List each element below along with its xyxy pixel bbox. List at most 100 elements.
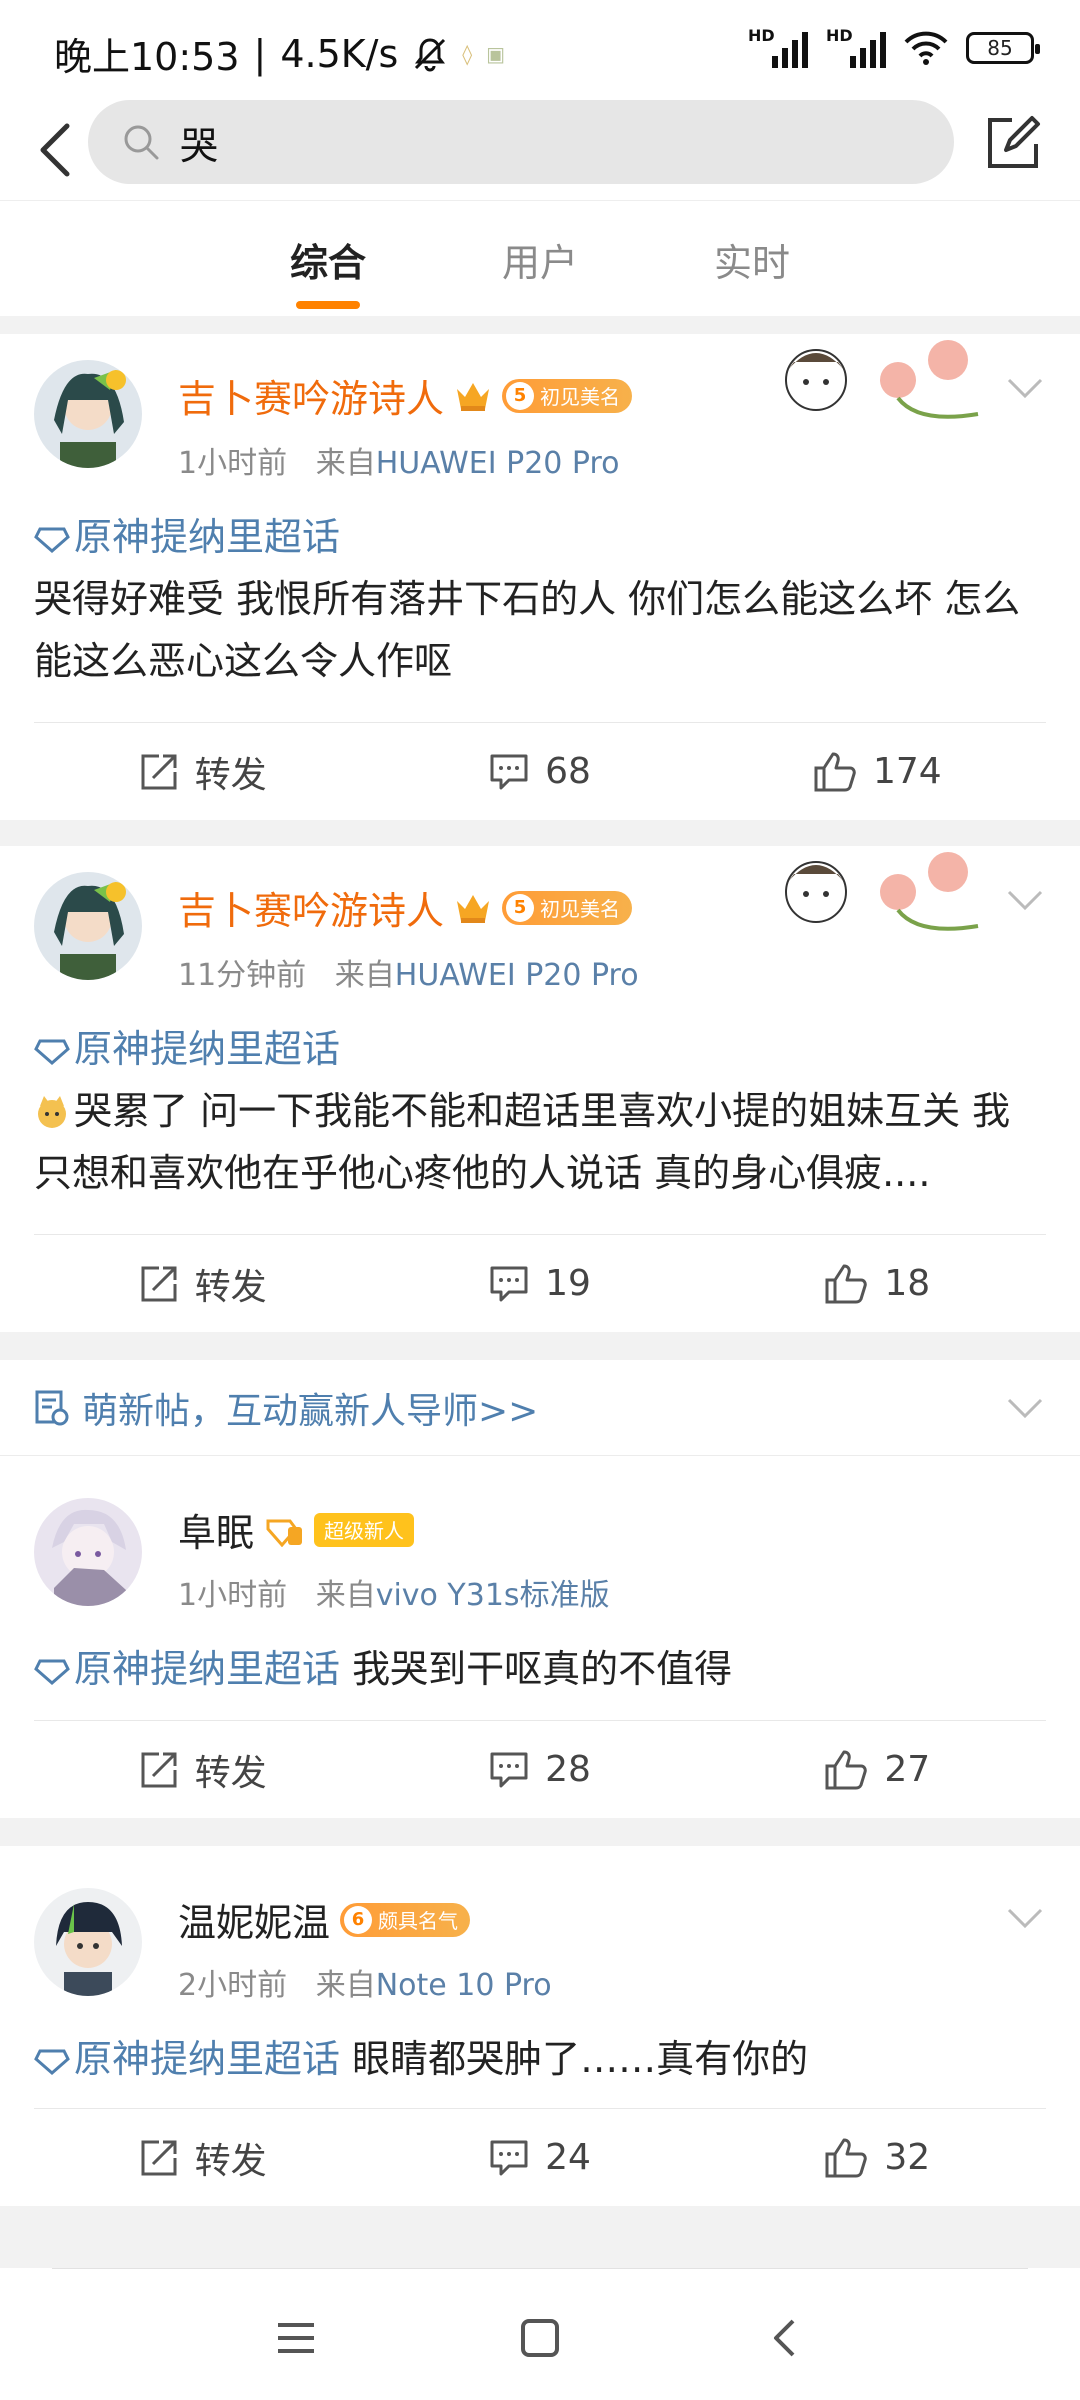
topic-link[interactable]: 原神提纳里超话 bbox=[34, 1647, 340, 1691]
promo-text: 萌新帖，互动赢新人导师>> bbox=[82, 1391, 539, 1432]
share-icon bbox=[141, 1266, 177, 1301]
comment-button[interactable]: 24 bbox=[371, 2109, 708, 2206]
avatar[interactable] bbox=[34, 360, 142, 468]
post-actions: 转发 28 27 bbox=[34, 1720, 1046, 1818]
post-text: 哭得好难受 我恨所有落井下石的人 你们怎么能这么坏 怎么能这么恶心这么令人作呕 bbox=[34, 577, 1021, 683]
post-meta: 11分钟前 来自HUAWEI P20 Pro bbox=[178, 958, 639, 993]
topic-link[interactable]: 原神提纳里超话 bbox=[34, 2037, 340, 2081]
home-square-icon bbox=[521, 2319, 559, 2357]
wifi-icon bbox=[904, 31, 948, 65]
signal-icon: HD bbox=[748, 26, 808, 68]
member-badge-icon bbox=[266, 1519, 303, 1547]
thumbs-up-icon bbox=[825, 1264, 868, 1303]
username-row: 阜眠 超级新人 bbox=[178, 1502, 415, 1557]
like-button[interactable]: 18 bbox=[709, 1235, 1046, 1332]
comment-button[interactable]: 19 bbox=[371, 1235, 708, 1332]
chevron-down-icon bbox=[1007, 890, 1043, 911]
fan-level-badge: 5 初见美名 bbox=[502, 890, 633, 925]
comment-icon bbox=[490, 754, 528, 789]
post-content[interactable]: 原神提纳里超话 哭得好难受 我恨所有落井下石的人 你们怎么能这么坏 怎么能这么恶… bbox=[34, 506, 1046, 692]
post-card[interactable]: 阜眠 超级新人 1小时前 来自vivo Y31s标准版 原神提纳里超话 我哭到干… bbox=[0, 1456, 1080, 1818]
status-divider: | bbox=[253, 31, 267, 76]
post-options-button[interactable] bbox=[1000, 1898, 1050, 1938]
vip-crown-icon bbox=[457, 382, 490, 411]
post-actions: 转发 68 174 bbox=[34, 722, 1046, 820]
post-content[interactable]: 原神提纳里超话 哭累了 问一下我能不能和超话里喜欢小提的姐妹互关 我只想和喜欢他… bbox=[34, 1018, 1046, 1204]
chevron-down-icon bbox=[1007, 1398, 1043, 1419]
post-card[interactable]: 温妮妮温 6 颇具名气 2小时前 来自Note 10 Pro 原神提纳里超话 眼睛… bbox=[0, 1846, 1080, 2206]
edit-icon bbox=[988, 116, 1040, 168]
super-topic-icon bbox=[34, 1039, 70, 1065]
signal-icon-2: HD bbox=[826, 26, 886, 68]
compose-button[interactable] bbox=[974, 106, 1050, 182]
post-actions: 转发 24 32 bbox=[34, 2108, 1046, 2206]
status-time: 晚上10:53 bbox=[54, 35, 240, 79]
avatar[interactable] bbox=[34, 872, 142, 980]
search-input[interactable]: 哭 bbox=[88, 100, 954, 184]
avatar[interactable] bbox=[34, 1888, 142, 1996]
topic-link[interactable]: 原神提纳里超话 bbox=[34, 506, 1046, 568]
mute-bell-icon bbox=[415, 37, 446, 71]
username[interactable]: 温妮妮温 bbox=[178, 1892, 330, 1947]
search-header: 哭 bbox=[0, 100, 1080, 200]
post-meta: 2小时前 来自Note 10 Pro bbox=[178, 1968, 552, 2003]
network-speed: 4.5K/s bbox=[280, 31, 399, 76]
post-meta: 1小时前 来自HUAWEI P20 Pro bbox=[178, 446, 620, 481]
back-button[interactable] bbox=[20, 112, 90, 188]
like-button[interactable]: 27 bbox=[709, 1721, 1046, 1818]
comment-button[interactable]: 28 bbox=[371, 1721, 708, 1818]
tab-users[interactable]: 用户 bbox=[434, 201, 646, 317]
super-topic-icon bbox=[34, 527, 70, 553]
notif-small-icon: ◊ bbox=[462, 41, 473, 66]
status-right: HD HD 85 bbox=[748, 26, 1040, 68]
newbie-promo-banner[interactable]: 萌新帖，互动赢新人导师>> bbox=[0, 1360, 1080, 1456]
comment-icon bbox=[490, 1752, 528, 1787]
tab-realtime[interactable]: 实时 bbox=[646, 201, 858, 317]
repost-button[interactable]: 转发 bbox=[34, 723, 371, 820]
like-button[interactable]: 32 bbox=[709, 2109, 1046, 2206]
share-icon bbox=[141, 2140, 177, 2175]
post-content[interactable]: 原神提纳里超话 眼睛都哭肿了……真有你的 bbox=[34, 2028, 1046, 2090]
super-topic-icon bbox=[34, 2049, 70, 2075]
post-meta: 1小时前 来自vivo Y31s标准版 bbox=[178, 1578, 610, 1613]
topic-link[interactable]: 原神提纳里超话 bbox=[34, 1018, 1046, 1080]
menu-icon bbox=[278, 2323, 314, 2353]
tab-comprehensive[interactable]: 综合 bbox=[222, 201, 434, 317]
repost-button[interactable]: 转发 bbox=[34, 2109, 371, 2206]
post-card[interactable]: 吉卜赛吟游诗人 5 初见美名 1小时前 来自HUAWEI P20 Pro 原神提纳… bbox=[0, 334, 1080, 820]
thumbs-up-icon bbox=[825, 2138, 868, 2177]
super-newbie-badge: 超级新人 bbox=[314, 1512, 415, 1547]
post-text: 眼睛都哭肿了……真有你的 bbox=[352, 2037, 809, 2081]
repost-button[interactable]: 转发 bbox=[34, 1721, 371, 1818]
avatar[interactable] bbox=[34, 1498, 142, 1606]
thumbs-up-icon bbox=[814, 752, 856, 791]
post-options-button[interactable] bbox=[1000, 880, 1050, 920]
notif-small-icon-2: ▣ bbox=[486, 41, 506, 66]
comment-button[interactable]: 68 bbox=[371, 723, 708, 820]
username-row: 吉卜赛吟游诗人 5 初见美名 bbox=[178, 368, 633, 423]
system-back-button[interactable] bbox=[754, 2308, 814, 2368]
battery-icon: 85 bbox=[966, 32, 1040, 64]
post-text: 我哭到干呕真的不值得 bbox=[352, 1647, 733, 1691]
repost-button[interactable]: 转发 bbox=[34, 1235, 371, 1332]
post-actions: 转发 19 18 bbox=[34, 1234, 1046, 1332]
post-content[interactable]: 原神提纳里超话 我哭到干呕真的不值得 bbox=[34, 1638, 1046, 1700]
thumbs-up-icon bbox=[825, 1750, 868, 1789]
username[interactable]: 吉卜赛吟游诗人 bbox=[178, 880, 444, 935]
post-options-button[interactable] bbox=[1000, 368, 1050, 408]
like-button[interactable]: 174 bbox=[709, 723, 1046, 820]
promo-options-button[interactable] bbox=[1000, 1388, 1050, 1428]
recent-apps-button[interactable] bbox=[266, 2308, 326, 2368]
home-button[interactable] bbox=[510, 2308, 570, 2368]
chevron-down-icon bbox=[1007, 378, 1043, 399]
search-query: 哭 bbox=[180, 123, 219, 168]
username[interactable]: 吉卜赛吟游诗人 bbox=[178, 368, 444, 423]
divider bbox=[52, 2268, 1028, 2269]
fan-level-badge: 5 初见美名 bbox=[502, 378, 633, 413]
chevron-left-icon bbox=[774, 2319, 795, 2357]
search-icon bbox=[124, 125, 159, 160]
username-row: 温妮妮温 6 颇具名气 bbox=[178, 1892, 471, 1947]
post-card[interactable]: 吉卜赛吟游诗人 5 初见美名 11分钟前 来自HUAWEI P20 Pro 原神提… bbox=[0, 846, 1080, 1332]
username[interactable]: 阜眠 bbox=[178, 1502, 254, 1557]
share-icon bbox=[141, 1752, 177, 1787]
